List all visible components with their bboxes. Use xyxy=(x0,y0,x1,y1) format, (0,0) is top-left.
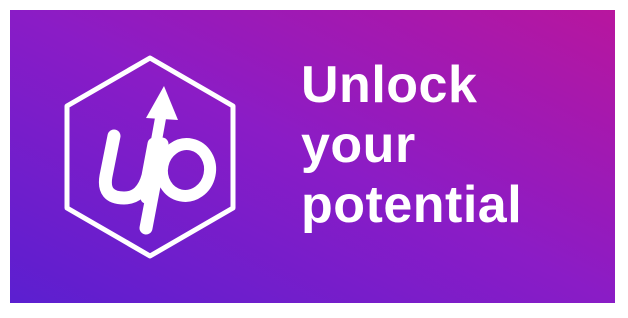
tagline-line-1: Unlock xyxy=(301,56,478,114)
promo-banner: Unlock your potential xyxy=(10,10,615,303)
letter-p-bowl xyxy=(155,138,217,202)
up-logo-icon xyxy=(64,55,236,259)
tagline-line-2: your xyxy=(301,116,416,174)
arrow-head xyxy=(146,86,178,120)
tagline-line-3: potential xyxy=(301,176,523,234)
letter-u xyxy=(98,129,161,205)
tagline: Unlock your potential xyxy=(301,55,601,235)
